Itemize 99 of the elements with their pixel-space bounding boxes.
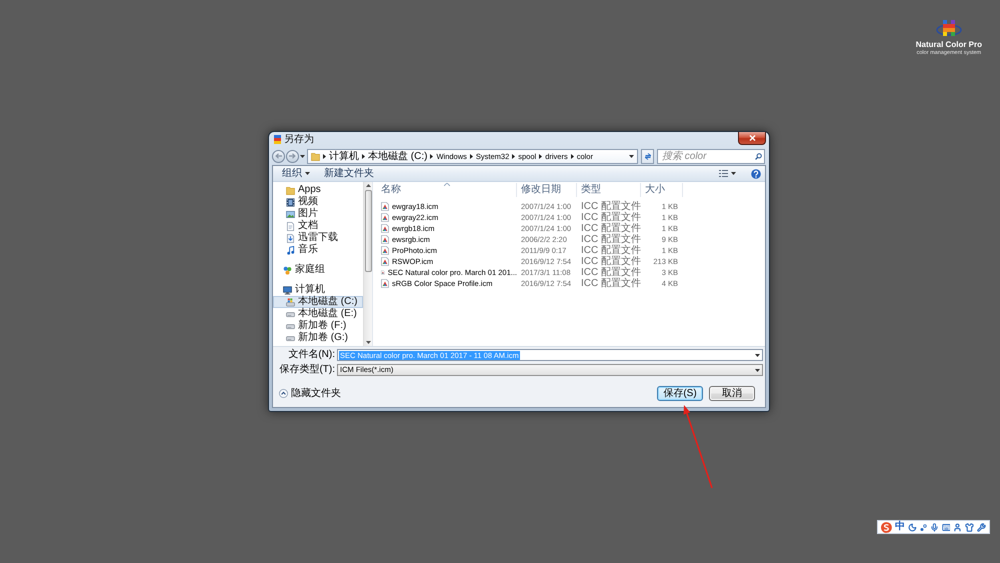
cancel-button[interactable]: 取消 [709,386,755,401]
column-header[interactable]: 修改日期 [517,183,577,197]
file-type: ICC 配置文件 [581,278,641,289]
microphone-icon[interactable] [930,522,938,532]
file-type: ICC 配置文件 [581,212,641,223]
file-type-label: 保存类型(T): [278,364,336,376]
chevron-right-icon [323,154,326,158]
chevron-right-icon [470,154,473,158]
ime-logo-icon[interactable] [881,522,892,532]
nav-item[interactable]: 新加卷 (F:) [273,320,363,332]
homegroup-icon [283,266,292,274]
download-icon [286,234,295,242]
nav-item[interactable]: 本地磁盘 (C:) [273,296,363,308]
keyboard-icon[interactable] [942,522,950,532]
folder-icon [286,186,295,194]
chevron-right-icon [512,154,516,158]
file-type: ICC 配置文件 [581,256,641,267]
picture-icon [286,210,295,218]
file-type: ICC 配置文件 [581,267,641,278]
column-header[interactable]: 大小 [641,183,683,197]
file-icon [381,224,389,233]
file-icon [381,213,389,222]
punctuation-icon[interactable] [920,522,927,532]
chevron-right-icon [362,154,365,158]
file-icon [381,279,389,288]
nav-item[interactable]: 迅雷下载 [273,232,363,244]
window-title: 另存为 [284,134,314,146]
list-view-icon [719,170,728,177]
logo-icon [936,19,962,39]
computer-icon [283,286,292,294]
file-name-label: 文件名(N): [287,349,336,361]
recent-pages-caret-icon [300,154,305,158]
nav-item[interactable]: Apps [273,184,363,196]
close-icon [748,135,756,141]
dropdown-caret-icon [629,154,634,158]
file-type: ICC 配置文件 [581,234,641,245]
back-button[interactable] [272,150,285,162]
nav-item[interactable]: 视频 [273,196,363,208]
forward-button[interactable] [286,150,299,162]
search-field[interactable]: 搜索 color [657,148,765,164]
file-type: ICC 配置文件 [581,245,641,256]
drive-icon [286,310,295,318]
forward-arrow-icon [289,153,296,159]
drive-icon [286,334,295,342]
search-icon[interactable] [755,152,762,160]
scrollbar-thumb[interactable] [364,190,372,272]
column-header[interactable]: 类型 [577,183,641,197]
document-icon [286,222,295,230]
scroll-down-icon[interactable] [366,341,370,344]
breadcrumb[interactable]: 计算机 [329,150,359,162]
drive-icon [286,322,295,330]
film-icon [286,198,295,206]
nav-item[interactable]: 计算机 [273,284,363,296]
back-arrow-icon [275,153,282,159]
scroll-up-icon[interactable] [366,184,370,187]
nav-scrollbar[interactable] [363,182,372,346]
column-header[interactable]: 名称 [377,183,517,197]
dropdown-caret-icon [755,354,760,356]
chevron-right-icon [570,154,574,158]
moon-icon[interactable] [908,522,917,532]
drive-icon [286,298,295,306]
nav-item[interactable]: 家庭组 [273,264,363,276]
caret-icon [731,172,736,175]
new-folder-button[interactable]: 新建文件夹 [321,167,377,180]
nav-item[interactable]: 文档 [273,220,363,232]
user-icon[interactable] [953,522,962,532]
nav-item[interactable]: 新加卷 (G:) [273,332,363,344]
logo-title: Natural Color Pro [916,40,982,49]
file-icon [381,235,389,244]
breadcrumb[interactable]: 本地磁盘 (C:) [368,150,428,162]
file-icon [381,268,385,277]
shirt-icon[interactable] [965,522,974,532]
music-note-icon [286,246,295,254]
file-icon [381,246,389,255]
sort-caret-icon [444,183,450,186]
caret-icon [305,172,310,175]
folder-icon [311,152,320,160]
file-type: ICC 配置文件 [581,223,641,234]
help-icon[interactable] [751,168,761,178]
chevron-right-icon [539,154,542,158]
view-options-button[interactable] [716,167,739,180]
nav-item[interactable]: 图片 [273,208,363,220]
refresh-icon [644,152,652,160]
organize-menu-button[interactable]: 组织 [279,167,313,180]
nav-item[interactable]: 音乐 [273,244,363,256]
nav-item[interactable]: 本地磁盘 (E:) [273,308,363,320]
collapse-icon [279,389,288,398]
refresh-button[interactable] [641,148,654,164]
file-icon [381,202,389,211]
file-icon [381,257,389,266]
app-icon [274,135,281,144]
save-button[interactable]: 保存(S) [657,386,703,401]
dropdown-caret-icon [755,368,760,372]
file-type: ICC 配置文件 [581,201,641,212]
chevron-right-icon [430,154,434,158]
wrench-icon[interactable] [977,522,986,532]
hide-folders-button[interactable]: 隐藏文件夹 [279,388,341,400]
close-button[interactable] [738,132,766,145]
input-mode-button[interactable]: 中 [894,521,905,533]
